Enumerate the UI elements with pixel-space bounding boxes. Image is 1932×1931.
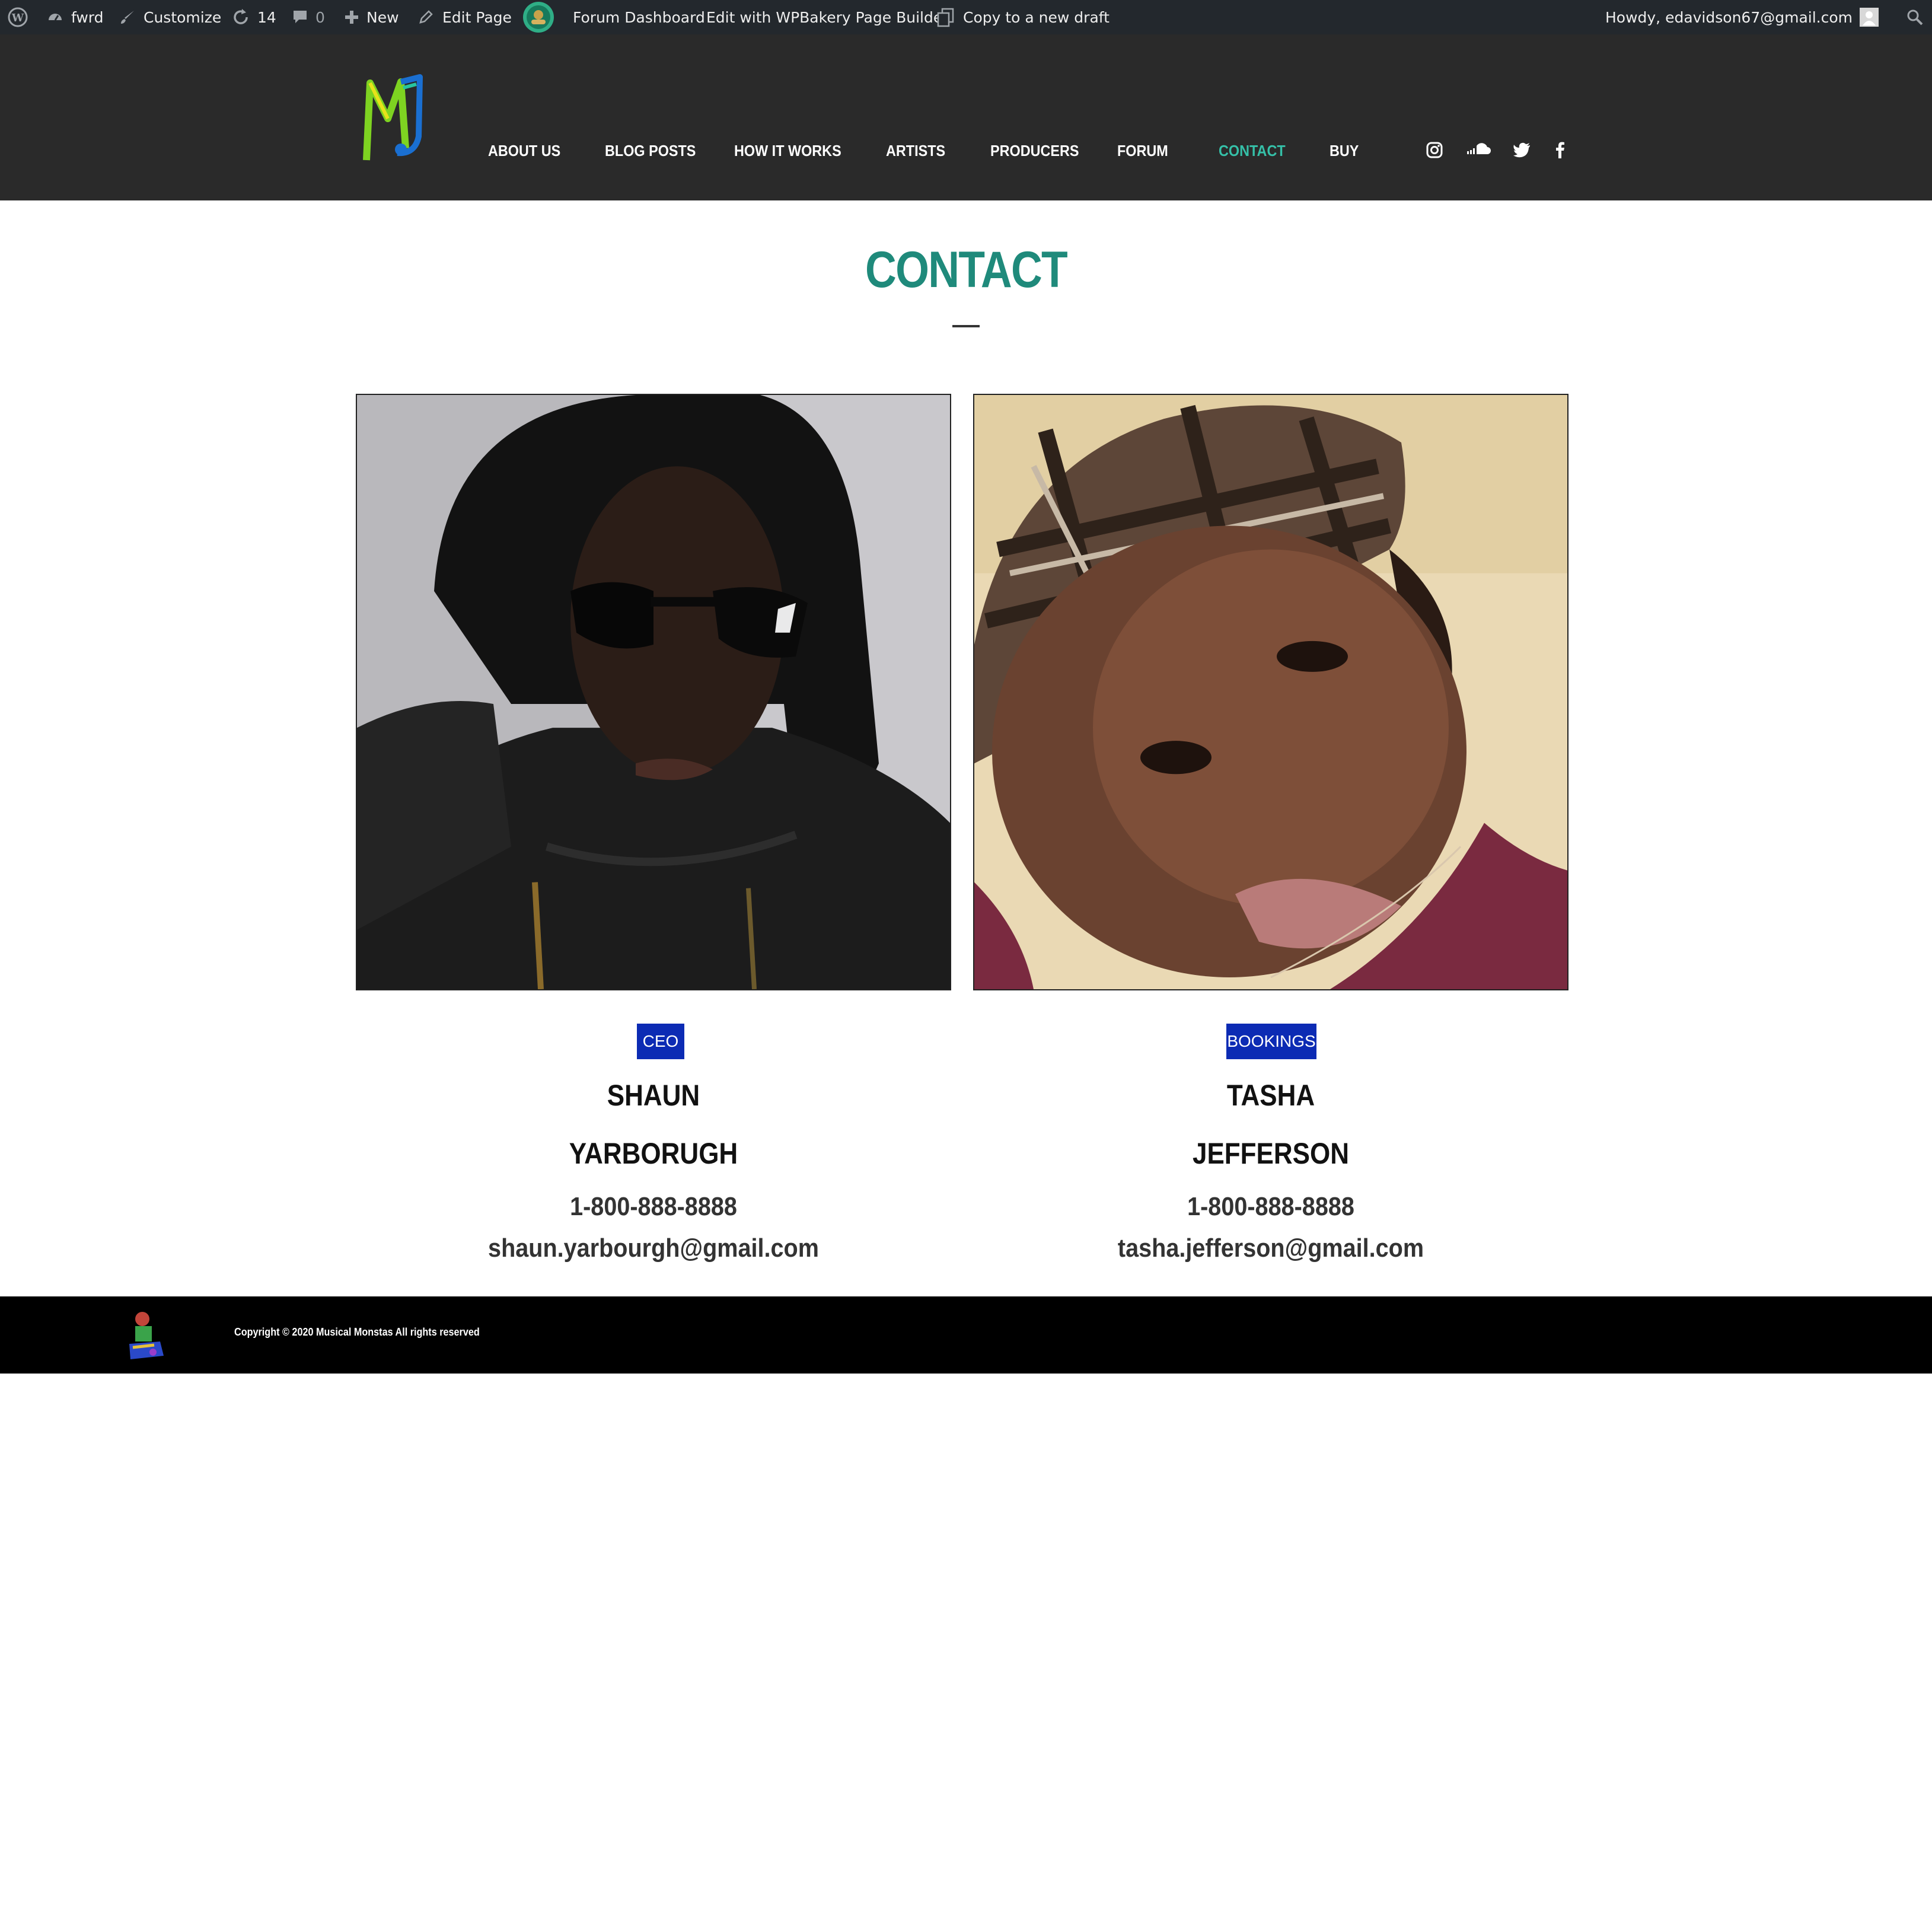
admin-howdy-label: Howdy, edavidson67@gmail.com <box>1605 8 1853 26</box>
contact-phone-tasha[interactable]: 1-800-888-8888 <box>1003 1192 1539 1222</box>
dashboard-icon <box>49 14 62 21</box>
facebook-icon[interactable] <box>1550 140 1570 160</box>
site-logo[interactable] <box>362 71 432 166</box>
contact-role-badge-tasha: BOOKINGS <box>1226 1024 1316 1059</box>
nav-about-us[interactable]: ABOUT US <box>488 141 560 160</box>
copy-icon <box>937 8 954 27</box>
admin-edit-page-link[interactable]: Edit Page <box>417 0 512 34</box>
nav-blog-posts[interactable]: BLOG POSTS <box>605 141 696 160</box>
footer-copyright: Copyright © 2020 Musical Monstas All rig… <box>234 1326 480 1338</box>
nav-contact[interactable]: CONTACT <box>1219 141 1286 160</box>
nav-producers[interactable]: PRODUCERS <box>990 141 1079 160</box>
page-title: CONTACT <box>865 241 1068 298</box>
contact-phone-shaun[interactable]: 1-800-888-8888 <box>385 1192 922 1222</box>
updates-icon <box>234 9 248 24</box>
site-footer: Copyright © 2020 Musical Monstas All rig… <box>0 1296 1932 1374</box>
admin-comments-link[interactable]: 0 <box>292 0 325 34</box>
admin-search-icon[interactable] <box>1906 0 1924 34</box>
admin-customize-label: Customize <box>144 8 222 26</box>
admin-site-name: fwrd <box>71 8 104 26</box>
title-divider <box>952 325 980 327</box>
footer-logo[interactable] <box>125 1308 166 1362</box>
admin-forum-dashboard-link[interactable]: Forum Dashboard <box>573 0 705 34</box>
admin-customize-link[interactable]: Customize <box>119 0 221 34</box>
nav-forum[interactable]: FORUM <box>1117 141 1168 160</box>
nav-artists[interactable]: ARTISTS <box>886 141 945 160</box>
admin-comments-count: 0 <box>315 8 325 26</box>
admin-wpbakery-link[interactable]: Edit with WPBakery Page Builder <box>706 0 948 34</box>
contact-photo-shaun <box>356 394 951 990</box>
contact-last-name-shaun: YARBORUGH <box>569 1137 738 1170</box>
user-avatar-icon <box>1860 8 1879 27</box>
contact-email-shaun[interactable]: shaun.yarbourgh@gmail.com <box>385 1234 922 1263</box>
contact-role-badge-shaun: CEO <box>637 1024 684 1059</box>
comment-icon <box>294 11 307 23</box>
admin-copy-draft-label: Copy to a new draft <box>963 8 1110 26</box>
admin-copy-draft-link[interactable]: Copy to a new draft <box>936 0 1110 34</box>
instagram-icon[interactable] <box>1424 140 1445 160</box>
forum-avatar-icon[interactable] <box>522 0 555 34</box>
wordpress-logo-icon[interactable]: W <box>7 0 28 34</box>
soundcloud-icon[interactable] <box>1466 140 1492 160</box>
contact-photo-tasha <box>973 394 1568 990</box>
contact-first-name-shaun: SHAUN <box>607 1079 700 1112</box>
admin-site-link[interactable]: fwrd <box>46 0 104 34</box>
admin-updates-link[interactable]: 14 <box>231 0 276 34</box>
pencil-icon <box>419 10 433 24</box>
paintbrush-icon <box>121 11 134 24</box>
admin-new-label: New <box>366 8 399 26</box>
admin-bar: W fwrd Customize 14 0 New Edit Page Foru… <box>0 0 1932 34</box>
svg-text:W: W <box>11 12 24 24</box>
admin-new-link[interactable]: New <box>344 0 399 34</box>
admin-edit-page-label: Edit Page <box>442 8 512 26</box>
plus-icon <box>345 11 358 24</box>
admin-account-link[interactable]: Howdy, edavidson67@gmail.com <box>1605 0 1879 34</box>
nav-buy[interactable]: BUY <box>1330 141 1359 160</box>
twitter-icon[interactable] <box>1512 140 1532 160</box>
admin-updates-count: 14 <box>257 8 276 26</box>
site-header: ABOUT US BLOG POSTS HOW IT WORKS ARTISTS… <box>0 34 1932 200</box>
contact-last-name-tasha: JEFFERSON <box>1192 1137 1350 1170</box>
contact-email-tasha[interactable]: tasha.jefferson@gmail.com <box>1003 1234 1539 1263</box>
contact-first-name-tasha: TASHA <box>1226 1079 1315 1112</box>
nav-how-it-works[interactable]: HOW IT WORKS <box>734 141 841 160</box>
